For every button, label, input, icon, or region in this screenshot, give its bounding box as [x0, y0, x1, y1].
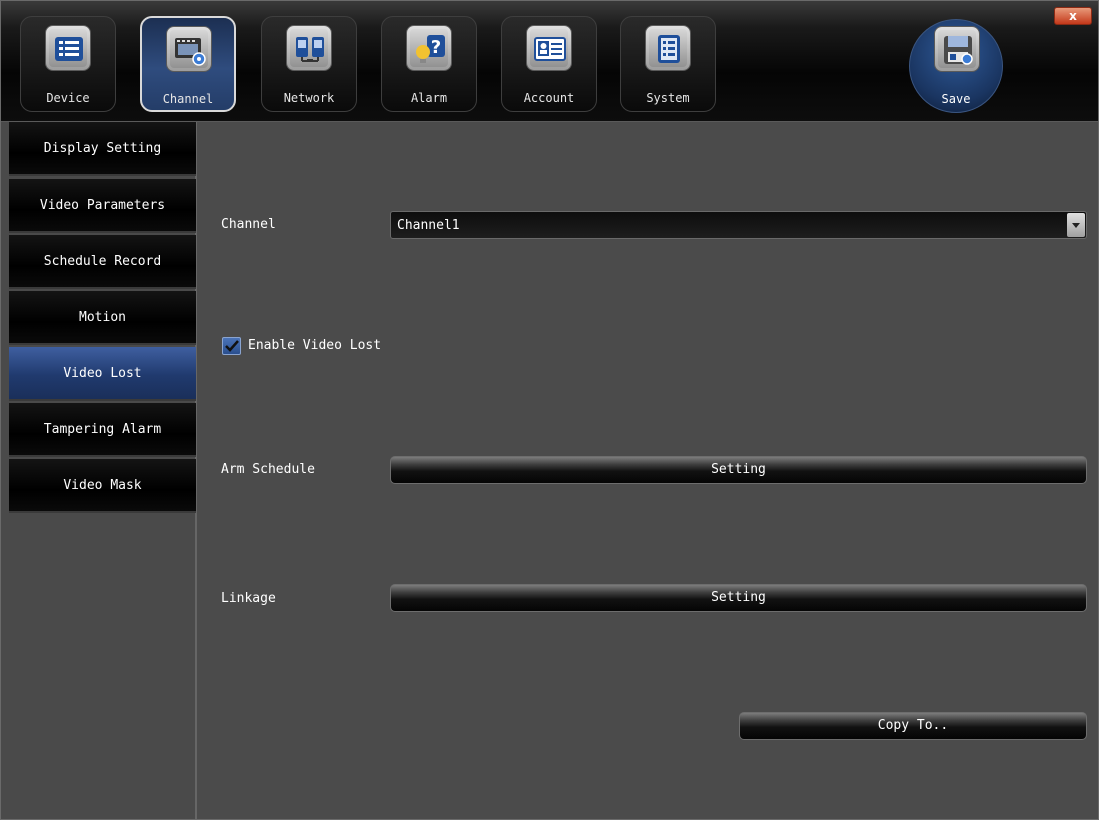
linkage-setting-button[interactable]: Setting	[390, 584, 1087, 612]
sidebar-item-video-mask[interactable]: Video Mask	[9, 459, 196, 513]
account-icon	[526, 25, 572, 71]
tab-device-label: Device	[46, 91, 90, 105]
channel-label: Channel	[221, 217, 276, 232]
sidebar-item-display-setting[interactable]: Display Setting	[9, 122, 196, 176]
top-toolbar: Device Channel Network ? Alarm Account S…	[1, 1, 1098, 122]
channel-icon	[166, 26, 212, 72]
tab-alarm-label: Alarm	[410, 91, 448, 105]
enable-video-lost-checkbox[interactable]	[222, 337, 241, 355]
tab-channel[interactable]: Channel	[140, 16, 236, 112]
sidebar: Display Setting Video Parameters Schedul…	[1, 122, 197, 819]
svg-text:?: ?	[431, 37, 441, 58]
tab-account-label: Account	[523, 91, 575, 105]
tab-system[interactable]: System	[620, 16, 716, 112]
tab-account[interactable]: Account	[501, 16, 597, 112]
sidebar-item-video-lost[interactable]: Video Lost	[9, 347, 196, 401]
app-window: Device Channel Network ? Alarm Account S…	[0, 0, 1099, 820]
linkage-label: Linkage	[221, 591, 276, 606]
arm-schedule-setting-button[interactable]: Setting	[390, 456, 1087, 484]
copy-to-button[interactable]: Copy To..	[739, 712, 1087, 740]
close-button[interactable]: x	[1054, 7, 1092, 25]
save-button[interactable]: Save	[909, 19, 1003, 113]
tab-alarm[interactable]: ? Alarm	[381, 16, 477, 112]
tab-device[interactable]: Device	[20, 16, 116, 112]
channel-select-value: Channel1	[397, 218, 460, 233]
tab-system-label: System	[646, 91, 690, 105]
sidebar-item-schedule-record[interactable]: Schedule Record	[9, 235, 196, 289]
alarm-icon: ?	[406, 25, 452, 71]
sidebar-item-motion[interactable]: Motion	[9, 291, 196, 345]
device-icon	[45, 25, 91, 71]
tab-network[interactable]: Network	[261, 16, 357, 112]
tab-network-label: Network	[283, 91, 335, 105]
system-icon	[645, 25, 691, 71]
sidebar-item-video-parameters[interactable]: Video Parameters	[9, 179, 196, 233]
save-label: Save	[941, 92, 971, 106]
enable-video-lost-label: Enable Video Lost	[248, 338, 382, 353]
network-icon	[286, 25, 332, 71]
checkmark-icon	[225, 340, 239, 352]
sidebar-item-tampering-alarm[interactable]: Tampering Alarm	[9, 403, 196, 457]
chevron-down-icon[interactable]	[1067, 213, 1085, 237]
tab-channel-label: Channel	[162, 92, 214, 106]
arm-schedule-label: Arm Schedule	[221, 462, 315, 477]
save-icon	[934, 26, 980, 72]
channel-select[interactable]: Channel1	[390, 211, 1087, 239]
